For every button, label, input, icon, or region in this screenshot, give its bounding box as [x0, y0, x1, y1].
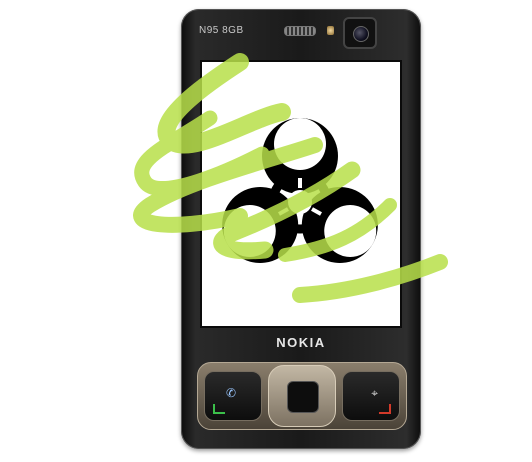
green-scribble-overlay [133, 53, 448, 303]
